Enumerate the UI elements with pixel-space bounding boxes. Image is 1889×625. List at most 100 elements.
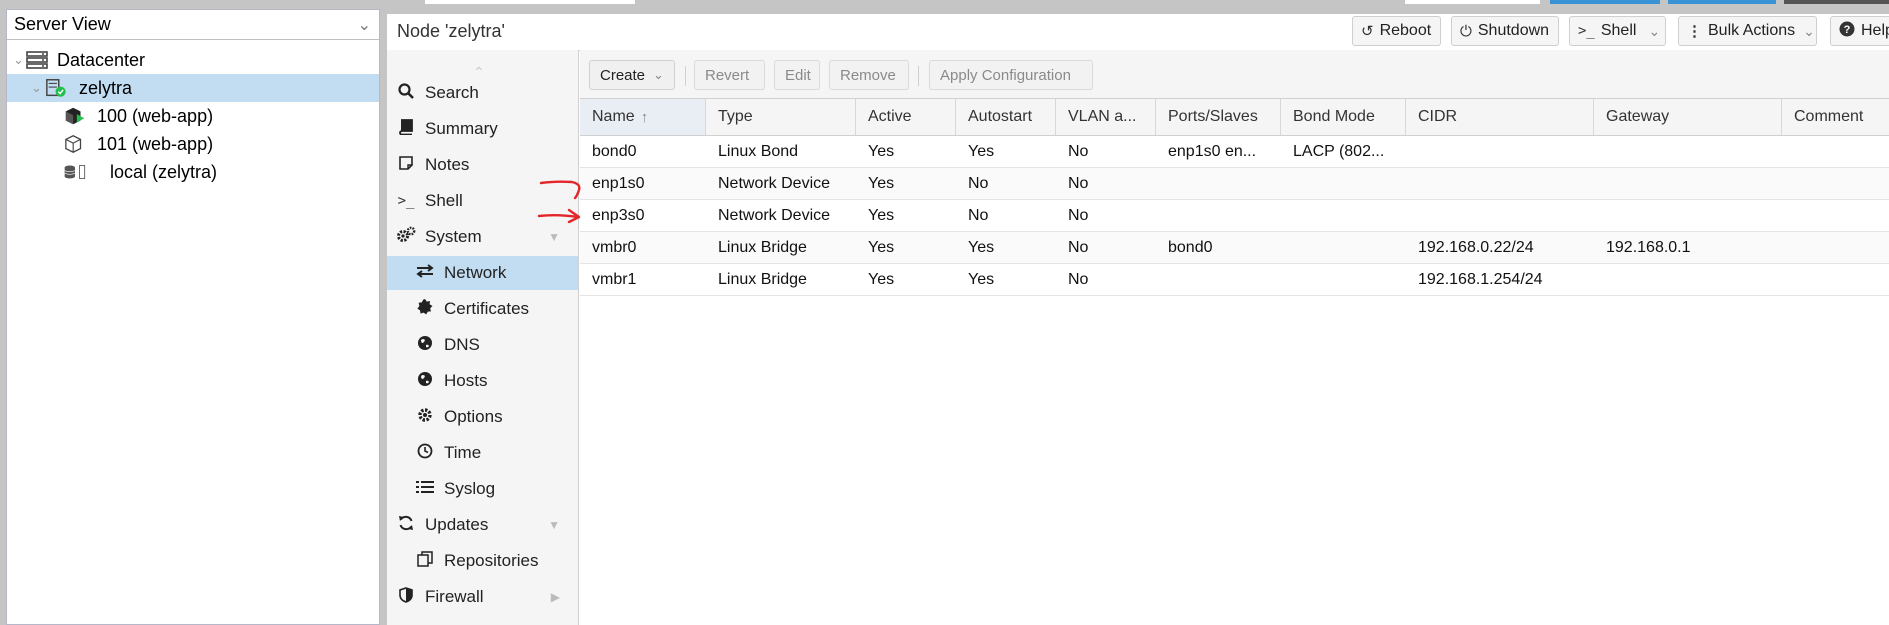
cell-autostart: No: [968, 174, 989, 192]
nav-item-network[interactable]: Network: [387, 256, 578, 290]
revert-label: Revert: [705, 66, 750, 84]
tree-item-vm-101[interactable]: 101 (web-app): [7, 130, 379, 158]
column-header-cidr[interactable]: CIDR: [1406, 99, 1594, 135]
nav-item-label: Options: [444, 407, 503, 426]
resource-tree-panel: Server View ⌄ ⌄ Datacenter ⌄ zelytra 100…: [6, 9, 380, 625]
bulk-actions-button[interactable]: ⋮ Bulk Actions ⌄: [1678, 16, 1817, 46]
shell-button[interactable]: >_ Shell ⌄: [1569, 16, 1666, 46]
cell-ports-slaves: enp1s0 en...: [1168, 142, 1257, 160]
column-header-label: CIDR: [1418, 108, 1458, 125]
tree-toggle-icon[interactable]: ⌄: [13, 52, 24, 68]
reboot-button[interactable]: ↺ Reboot: [1352, 16, 1441, 46]
cell-cidr: [1406, 200, 1594, 231]
table-row[interactable]: vmbr0 Linux Bridge Yes Yes No bond0 192.…: [580, 232, 1889, 264]
help-button[interactable]: ? Help: [1830, 16, 1889, 46]
edit-button[interactable]: Edit: [774, 60, 820, 90]
node-nav-menu: ⌃ Search Summary Notes >_ Shell System ▼…: [387, 50, 579, 625]
nav-item-system[interactable]: System ▼: [387, 220, 578, 254]
view-selector[interactable]: Server View ⌄: [7, 10, 379, 40]
column-header-label: Type: [718, 108, 753, 125]
nav-item-label: Certificates: [444, 299, 530, 318]
cell-cidr: [1406, 136, 1594, 167]
nav-item-certificates[interactable]: Certificates: [387, 292, 578, 326]
resource-tree: ⌄ Datacenter ⌄ zelytra 100 (web-app) 101…: [7, 46, 379, 186]
grid-header: Name ↑ Type Active Autostart VLAN a... P…: [580, 99, 1889, 136]
search-icon: [396, 82, 416, 104]
cell-ports-slaves: [1156, 264, 1281, 295]
cell-vlan-aware: No: [1068, 206, 1089, 224]
shutdown-button[interactable]: ⏻ Shutdown: [1451, 16, 1559, 46]
nav-item-notes[interactable]: Notes: [387, 148, 578, 182]
cell-vlan-aware: No: [1068, 174, 1089, 192]
cell-vlan-aware: No: [1068, 270, 1089, 288]
nav-item-firewall[interactable]: Firewall ▶: [387, 580, 578, 614]
column-header-active[interactable]: Active: [856, 99, 956, 135]
note-icon: [396, 155, 416, 176]
nav-item-label: Search: [425, 83, 479, 102]
exchange-icon: [415, 263, 435, 283]
column-header-comment[interactable]: Comment: [1782, 99, 1889, 135]
nav-item-shell[interactable]: >_ Shell: [387, 184, 578, 218]
tree-item-vm-100[interactable]: 100 (web-app): [7, 102, 379, 130]
cell-type: Linux Bridge: [718, 270, 807, 288]
reboot-label: Reboot: [1379, 22, 1432, 39]
nav-item-repositories[interactable]: Repositories: [387, 544, 578, 578]
column-header-vlan-aware[interactable]: VLAN a...: [1056, 99, 1156, 135]
tree-item-node-zelytra[interactable]: ⌄ zelytra: [7, 74, 379, 102]
server-rack-icon: [26, 50, 48, 70]
toolbar-divider: [918, 66, 919, 86]
toolbar-divider: [685, 66, 686, 86]
column-header-label: Autostart: [968, 108, 1033, 125]
column-header-bond-mode[interactable]: Bond Mode: [1281, 99, 1406, 135]
table-row[interactable]: vmbr1 Linux Bridge Yes Yes No 192.168.1.…: [580, 264, 1889, 296]
cell-comment: [1782, 168, 1889, 199]
remove-button[interactable]: Remove: [829, 60, 909, 90]
nav-item-label: Updates: [425, 515, 489, 534]
nav-item-summary[interactable]: Summary: [387, 112, 578, 146]
create-button[interactable]: Create ⌄: [589, 60, 675, 90]
nav-item-hosts[interactable]: Hosts: [387, 364, 578, 398]
nav-item-syslog[interactable]: Syslog: [387, 472, 578, 506]
nav-item-options[interactable]: Options: [387, 400, 578, 434]
collapse-icon[interactable]: ▼: [548, 230, 560, 244]
revert-button[interactable]: Revert: [694, 60, 765, 90]
collapse-icon[interactable]: ▼: [548, 518, 560, 532]
cell-bond-mode: [1281, 168, 1406, 199]
cell-bond-mode: [1281, 232, 1406, 263]
undo-icon: ↺: [1361, 23, 1374, 40]
top-strip: [0, 0, 1889, 8]
column-header-gateway[interactable]: Gateway: [1594, 99, 1782, 135]
chevron-down-icon[interactable]: ⌄: [358, 15, 371, 35]
table-row[interactable]: enp1s0 Network Device Yes No No: [580, 168, 1889, 200]
column-header-label: Bond Mode: [1293, 108, 1375, 125]
tree-toggle-icon[interactable]: ⌄: [31, 80, 42, 96]
column-header-type[interactable]: Type: [706, 99, 856, 135]
cell-cidr: [1406, 168, 1594, 199]
column-header-ports-slaves[interactable]: Ports/Slaves: [1156, 99, 1281, 135]
top-strip-segment: [1405, 0, 1540, 4]
table-row[interactable]: bond0 Linux Bond Yes Yes No enp1s0 en...…: [580, 136, 1889, 168]
apply-configuration-button[interactable]: Apply Configuration: [929, 60, 1093, 90]
tree-item-label: Datacenter: [57, 49, 146, 70]
cell-comment: [1782, 200, 1889, 231]
tree-item-storage-local[interactable]: local (zelytra): [7, 158, 379, 186]
cell-bond-mode: LACP (802...: [1293, 142, 1385, 160]
column-header-name[interactable]: Name ↑: [580, 99, 706, 135]
column-header-autostart[interactable]: Autostart: [956, 99, 1056, 135]
table-row[interactable]: enp3s0 Network Device Yes No No: [580, 200, 1889, 232]
nav-item-search[interactable]: Search: [387, 76, 578, 110]
cell-gateway: [1594, 200, 1782, 231]
vm-stopped-icon: [64, 134, 86, 154]
shutdown-label: Shutdown: [1477, 22, 1550, 39]
refresh-icon: [396, 515, 416, 536]
cell-type: Network Device: [718, 174, 831, 192]
nav-item-updates[interactable]: Updates ▼: [387, 508, 578, 542]
nav-item-label: System: [425, 227, 482, 246]
nav-item-dns[interactable]: DNS: [387, 328, 578, 362]
nav-item-label: Firewall: [425, 587, 484, 606]
nav-item-time[interactable]: Time: [387, 436, 578, 470]
svg-text:?: ?: [1844, 24, 1851, 36]
tree-item-datacenter[interactable]: ⌄ Datacenter: [7, 46, 379, 74]
chevron-down-icon[interactable]: ⌄: [1648, 23, 1660, 40]
expand-icon[interactable]: ▶: [551, 590, 560, 604]
